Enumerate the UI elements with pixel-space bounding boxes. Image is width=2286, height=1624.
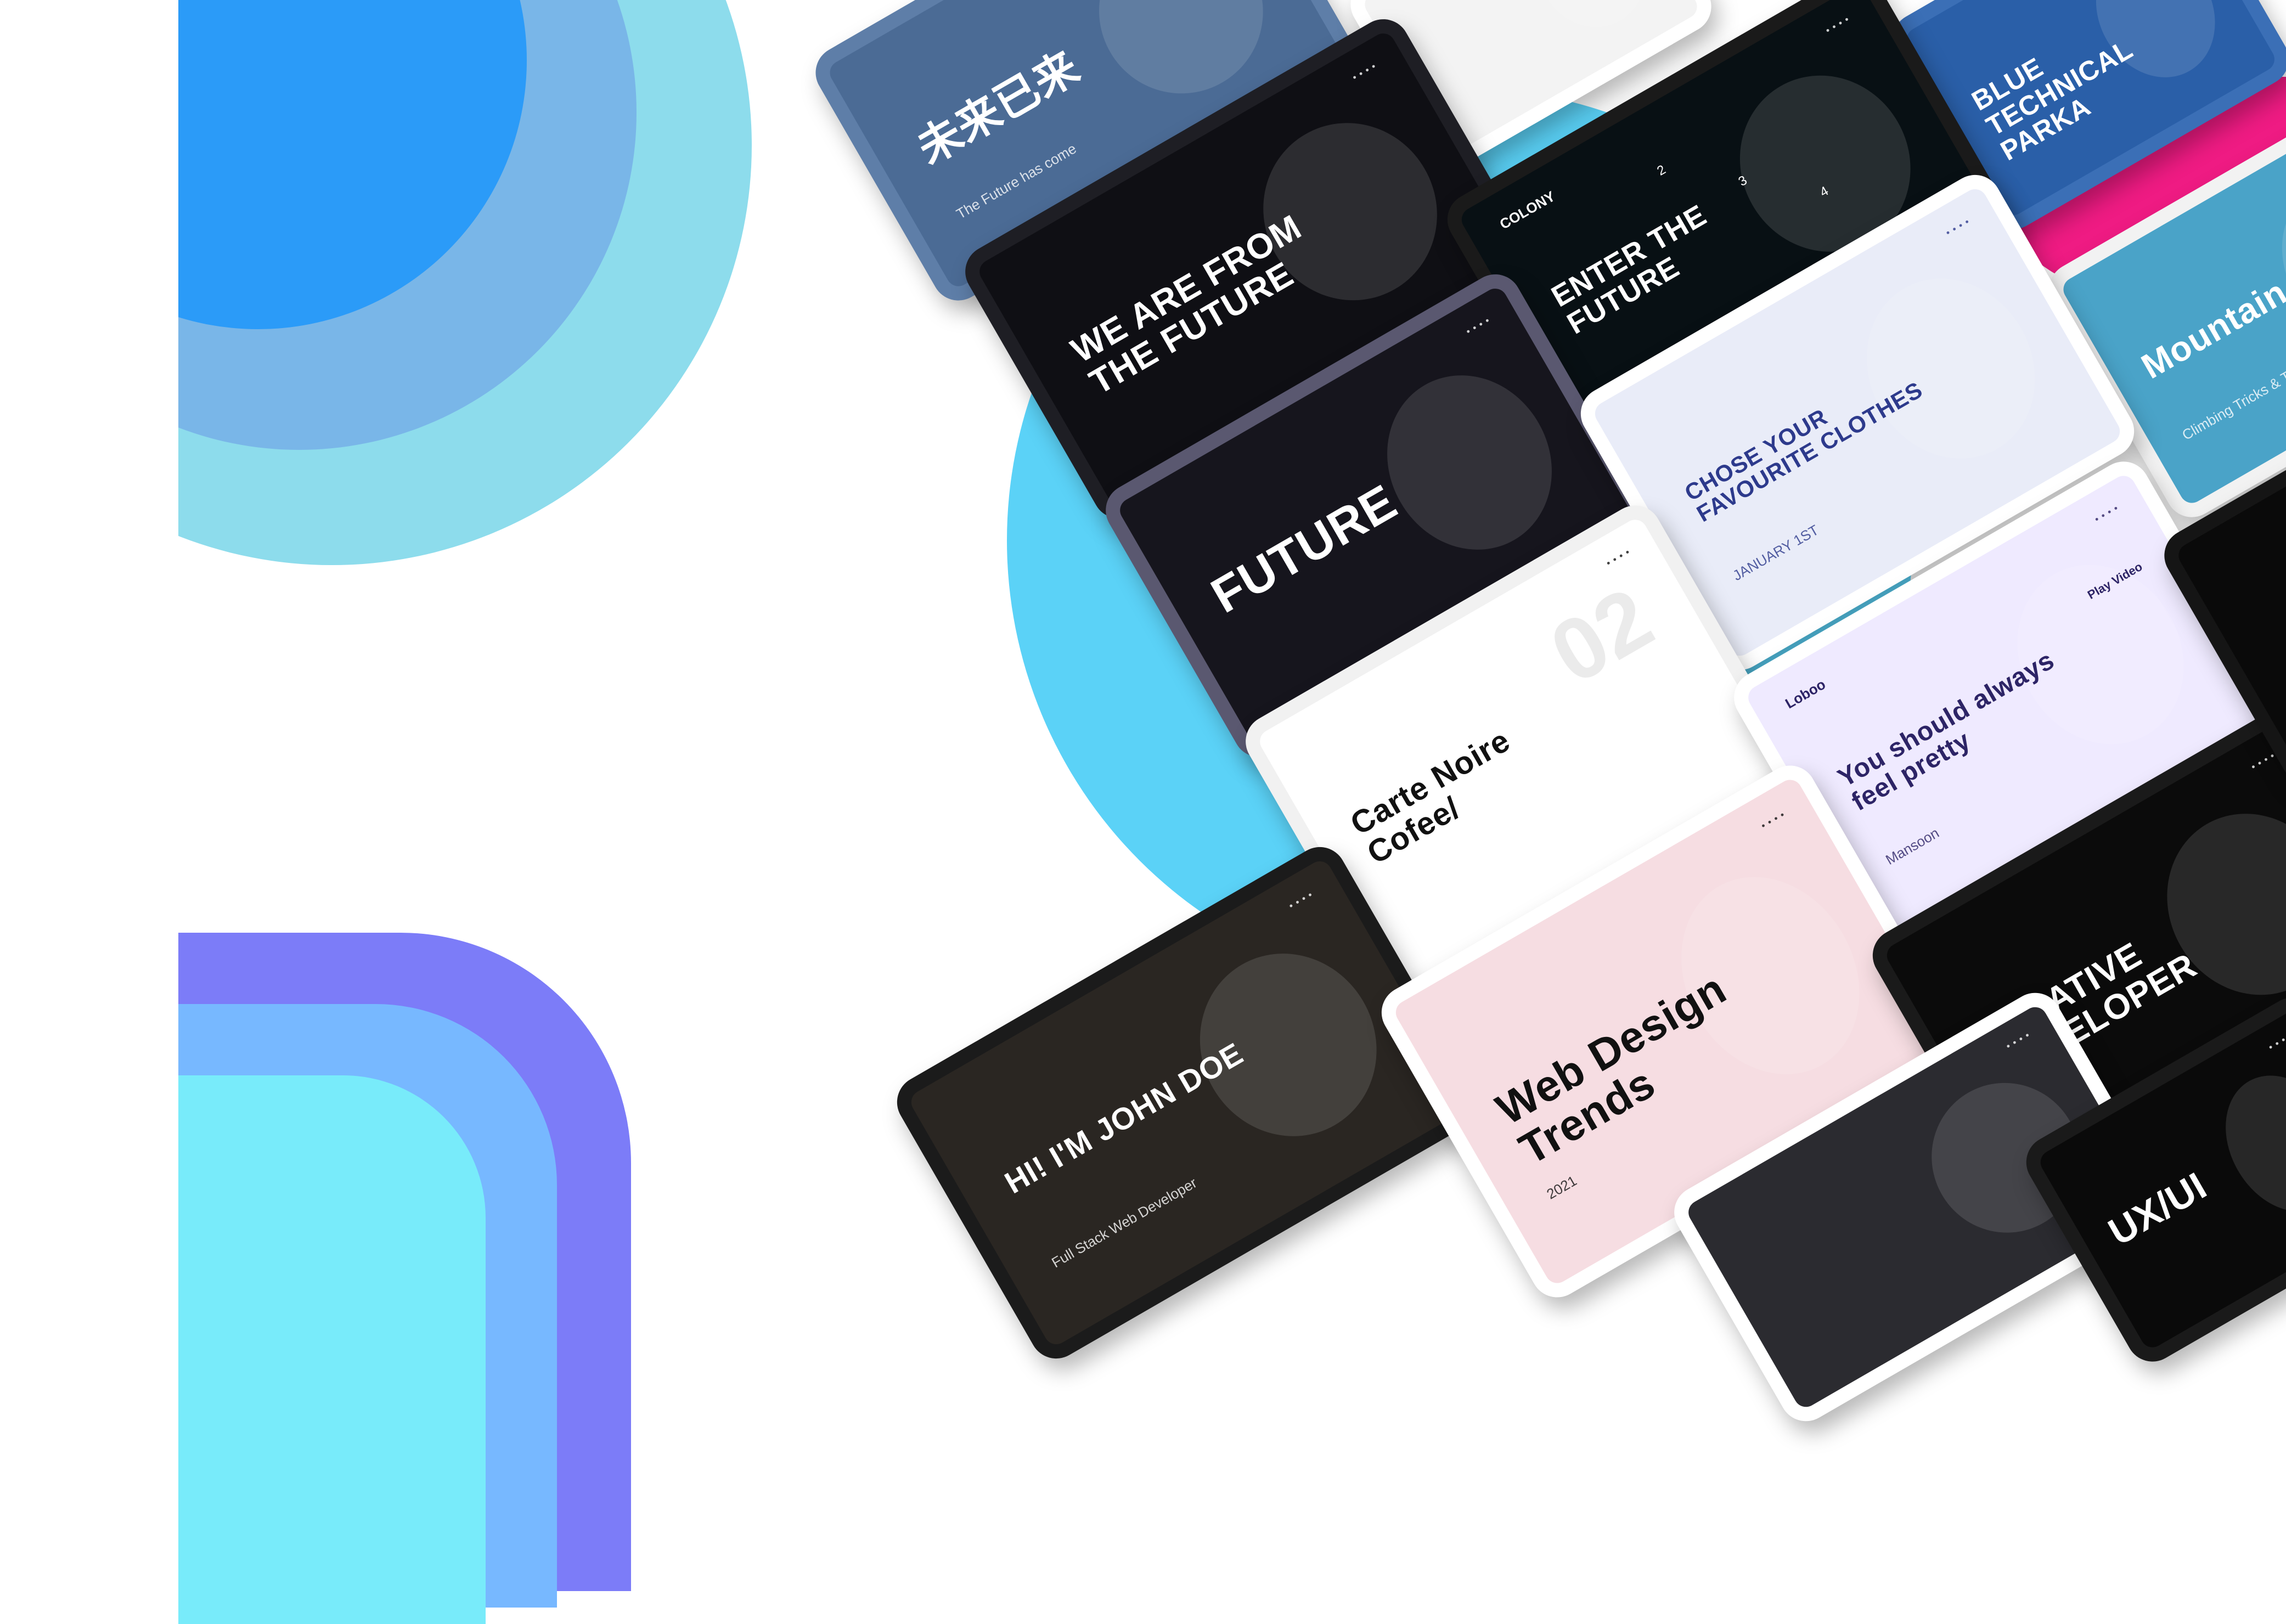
mockup-subline: JANUARY 1ST (1730, 521, 1822, 584)
mockup-subline: Climbing Tricks & Tips (2179, 359, 2286, 443)
mockup-decor-shape (1167, 921, 1410, 1169)
mockup-subline: Mansoon (1883, 824, 1942, 869)
mockup-nav-dots: • • • • (2249, 749, 2277, 772)
mockup-decor-shape (1517, 0, 1665, 47)
mockup-nav-dots: • • • • (1823, 13, 1851, 36)
mockup-nav-dots: • • • • (1604, 546, 1632, 569)
mockup-nav-dots: • • • • (1759, 809, 1787, 832)
mockup-headline: HI! I'M JOHN DOE (999, 1035, 1249, 1200)
mockup-subline: 2021 (1544, 1172, 1580, 1203)
mockup-decor-shape (1834, 247, 2068, 489)
mockup-decor-shape (2254, 161, 2286, 368)
mockup-nav-dots: • • • • (1463, 314, 1492, 337)
mockup-subline: Full Stack Web Developer (1049, 1174, 1200, 1271)
mockup-headline: Mountain (2135, 272, 2286, 386)
mockup-decor-shape (2202, 1054, 2286, 1233)
mockup-brand: Loboo (1782, 675, 1828, 712)
website-mockup-collage: • • • •未来已来The Future has come• • • •• •… (0, 0, 2286, 1431)
mockup-nav-dots: • • • • (2004, 1029, 2032, 1052)
mockup-decor-shape (1355, 345, 1584, 580)
mockup-headline: Web Design Trends (1488, 963, 1735, 1174)
mockup-headline: WE ARE FROM THE FUTURE (1064, 207, 1308, 403)
mockup-headline: UX/UI (2101, 1164, 2214, 1254)
mockup-headline: You should always feel pretty (1833, 645, 2059, 817)
mockup-headline: FUTURE (1202, 474, 1406, 624)
mockup-nav-dots: • • • • (1350, 60, 1378, 83)
mockup-step-number: 2 (1654, 162, 1669, 179)
mockup-headline: BLUE TECHNICAL PARKA (1967, 33, 2138, 167)
mockup-brand: COLONY (1496, 187, 1558, 233)
mockup-headline: CHOSE YOUR FAVOURITE CLOTHES (1680, 376, 1927, 527)
mockup-nav-dots: • • • • (1287, 889, 1315, 912)
mockup-nav-dots: • • • • (2266, 1030, 2286, 1053)
mockup-headline: Carte Noire Cofee/ (1344, 722, 1516, 871)
mockup-nav-dots: • • • • (2092, 502, 2121, 525)
mockup-nav-dots: • • • • (1944, 216, 1972, 239)
